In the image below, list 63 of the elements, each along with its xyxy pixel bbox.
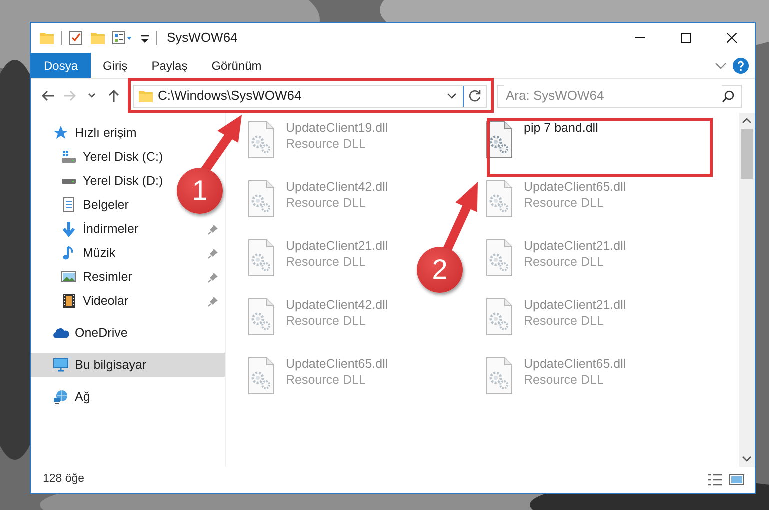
file-type: Resource DLL [286,313,367,330]
computer-icon [53,357,69,373]
pin-icon[interactable] [208,272,219,282]
picture-icon [61,269,77,285]
drive-icon [61,150,77,164]
file-type: Resource DLL [524,313,605,330]
pin-icon[interactable] [208,224,219,234]
file-type: Resource DLL [286,195,367,212]
sidebar-item[interactable]: OneDrive [31,321,132,345]
scroll-up-icon[interactable] [742,117,752,125]
file-type: Resource DLL [286,136,367,153]
sidebar-item[interactable]: Yerel Disk (D:) [31,169,168,193]
expand-ribbon-icon[interactable] [715,62,727,70]
document-icon [61,197,77,213]
folder-icon [138,88,154,104]
ribbon-tab[interactable]: Paylaş [140,53,200,78]
file-type: Resource DLL [524,372,605,389]
address-bar[interactable]: C:\Windows\SysWOW64 [133,84,487,108]
ribbon-tab[interactable]: Giriş [91,53,140,78]
back-icon [40,88,56,104]
download-arrow-icon [61,221,77,237]
view-options-icon[interactable] [112,30,134,46]
sidebar-item[interactable]: Ağ [31,385,94,409]
search-icon [722,90,735,102]
ribbon-tab[interactable]: Görünüm [200,53,274,78]
item-count: 128 öğe [43,472,85,488]
sidebar-item[interactable]: Yerel Disk (C:) [31,145,168,169]
file-menu-tab[interactable]: Dosya [31,53,92,78]
pin-icon[interactable] [208,248,219,258]
file-name[interactable]: pip 7 band.dll [524,121,598,136]
scrollbar[interactable] [739,113,755,467]
sidebar-item[interactable]: Müzik [31,241,120,265]
file-type: Resource DLL [286,254,367,271]
film-icon [61,293,77,309]
star-icon [53,125,69,141]
large-icons-view-icon[interactable] [729,473,745,487]
file-type: Resource DLL [286,372,367,389]
up-arrow-icon [106,88,122,104]
drive-icon [61,178,77,184]
chevron-down-icon[interactable] [447,92,457,100]
sidebar-item[interactable]: Hızlı erişim [31,121,141,145]
sidebar-item[interactable]: Bu bilgisayar [31,353,225,377]
file-type: Resource DLL [524,195,605,212]
refresh-icon[interactable] [468,89,482,103]
folder-icon [39,30,55,46]
close-icon [727,33,737,43]
scroll-down-icon[interactable] [742,455,752,463]
file-type: Resource DLL [524,254,605,271]
search-field[interactable]: Ara: SysWOW64 [497,84,742,108]
details-view-icon[interactable] [707,473,723,487]
new-folder-icon[interactable] [90,30,106,46]
pin-icon[interactable] [208,296,219,306]
properties-icon[interactable] [68,30,84,46]
forward-icon [62,88,78,104]
sidebar-item[interactable]: İndirmeler [31,217,143,241]
help-icon[interactable] [733,58,749,74]
sidebar-item[interactable]: Videolar [31,289,133,313]
scrollbar-thumb[interactable] [741,129,753,179]
window-title: SysWOW64 [167,29,238,48]
sidebar-item[interactable]: Belgeler [31,193,133,217]
sidebar-item[interactable]: Resimler [31,265,136,289]
network-icon [53,389,69,405]
maximize-icon [681,33,691,43]
